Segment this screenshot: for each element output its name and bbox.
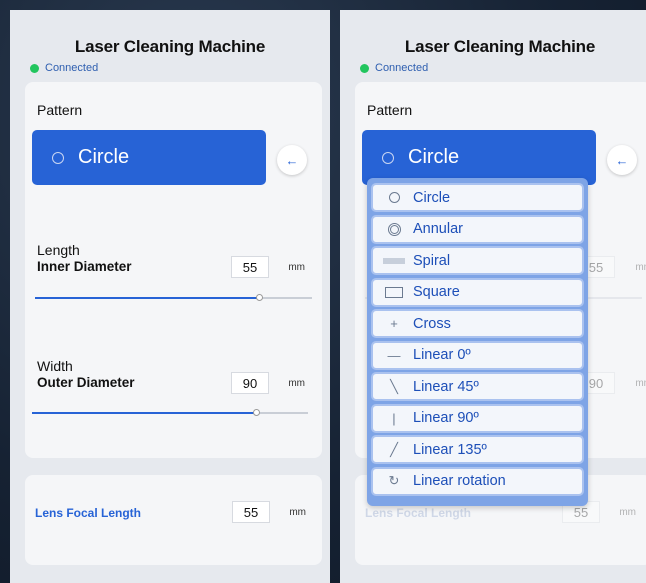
length-slider-thumb[interactable] — [256, 294, 263, 301]
pattern-option-label: Spiral — [413, 252, 451, 269]
left-panel: Laser Cleaning Machine Connected Pattern… — [10, 10, 330, 583]
length-unit-right: mm — [635, 262, 646, 273]
pattern-option-linear-0[interactable]: — Linear 0º — [371, 340, 584, 370]
status-text: Connected — [45, 62, 99, 74]
pattern-option-label: Square — [413, 284, 460, 300]
square-icon — [385, 286, 403, 298]
cross-icon: + — [390, 316, 398, 331]
pattern-option-annular[interactable]: Annular — [371, 214, 584, 244]
pattern-option-label: Linear 135º — [413, 441, 487, 458]
width-unit: mm — [288, 378, 305, 389]
linear-135-icon: ╱ — [390, 441, 398, 457]
length-slider[interactable] — [35, 294, 312, 301]
pattern-option-label: Cross — [413, 315, 451, 332]
lens-focal-length-label: Lens Focal Length — [35, 506, 142, 520]
pattern-option-label: Linear rotation — [413, 473, 506, 489]
circle-icon — [52, 151, 64, 164]
pattern-option-label: Linear 90º — [413, 410, 479, 426]
back-arrow-button[interactable]: ← — [277, 145, 307, 175]
connection-status: Connected — [30, 62, 98, 74]
pattern-option-label: Linear 0º — [413, 347, 471, 363]
pattern-option-linear-135[interactable]: ╱ Linear 135º — [371, 435, 584, 464]
status-dot-icon — [360, 63, 369, 73]
length-slider-fill — [35, 297, 259, 299]
pattern-option-linear-rotation[interactable]: ↻ Linear rotation — [371, 466, 584, 496]
back-arrow-button-right[interactable]: ← — [607, 145, 637, 175]
width-slider[interactable] — [32, 409, 308, 416]
width-input[interactable]: 90 — [231, 372, 269, 394]
connection-status-right: Connected — [360, 62, 428, 74]
circle-icon — [382, 151, 394, 164]
pattern-option-circle[interactable]: Circle — [371, 183, 584, 212]
width-slider-fill — [32, 412, 256, 414]
annular-icon — [387, 222, 401, 236]
pattern-option-label: Circle — [413, 189, 451, 206]
width-row: Width Outer Diameter 90 mm — [37, 358, 309, 394]
lens-card: Lens Focal Length 55 mm — [25, 475, 322, 565]
pattern-option-cross[interactable]: + Cross — [371, 309, 584, 338]
status-text-right: Connected — [375, 62, 429, 74]
linear-0-icon: — — [387, 347, 401, 363]
pattern-selected-value-right: Circle — [408, 146, 460, 168]
width-slider-thumb[interactable] — [253, 409, 260, 416]
settings-card: Pattern Circle ← Length Inner Diameter 5… — [25, 82, 322, 458]
pattern-option-label: Linear 45º — [413, 378, 479, 395]
pattern-label-right: Pattern — [367, 102, 413, 118]
width-unit-right: mm — [635, 378, 646, 389]
pattern-select-button[interactable]: Circle — [32, 130, 266, 185]
length-unit: mm — [288, 262, 305, 273]
circle-icon — [388, 192, 400, 203]
length-input[interactable]: 55 — [231, 256, 269, 278]
lens-unit-right: mm — [619, 507, 636, 518]
app-title: Laser Cleaning Machine — [74, 37, 266, 56]
lens-focal-length-input[interactable]: 55 — [232, 501, 270, 523]
pattern-option-square[interactable]: Square — [371, 277, 584, 307]
status-dot-icon — [30, 63, 39, 73]
spiral-icon — [383, 257, 405, 264]
pattern-label: Pattern — [37, 102, 83, 118]
pattern-select-button-right[interactable]: Circle — [362, 130, 596, 185]
linear-90-icon: | — [392, 410, 396, 426]
pattern-selected-value: Circle — [78, 146, 130, 168]
pattern-option-linear-90[interactable]: | Linear 90º — [371, 403, 584, 433]
length-row: Length Inner Diameter 55 mm — [37, 242, 309, 278]
lens-focal-length-label-right: Lens Focal Length — [365, 506, 472, 520]
linear-rotation-icon: ↻ — [388, 473, 400, 488]
lens-unit: mm — [289, 507, 306, 518]
app-title-right: Laser Cleaning Machine — [404, 37, 596, 56]
pattern-dropdown: Circle Annular Spiral Square + Cross — L… — [367, 178, 588, 506]
pattern-option-spiral[interactable]: Spiral — [371, 246, 584, 275]
pattern-option-linear-45[interactable]: ╲ Linear 45º — [371, 372, 584, 401]
linear-45-icon: ╲ — [390, 378, 398, 394]
pattern-option-label: Annular — [413, 221, 463, 237]
